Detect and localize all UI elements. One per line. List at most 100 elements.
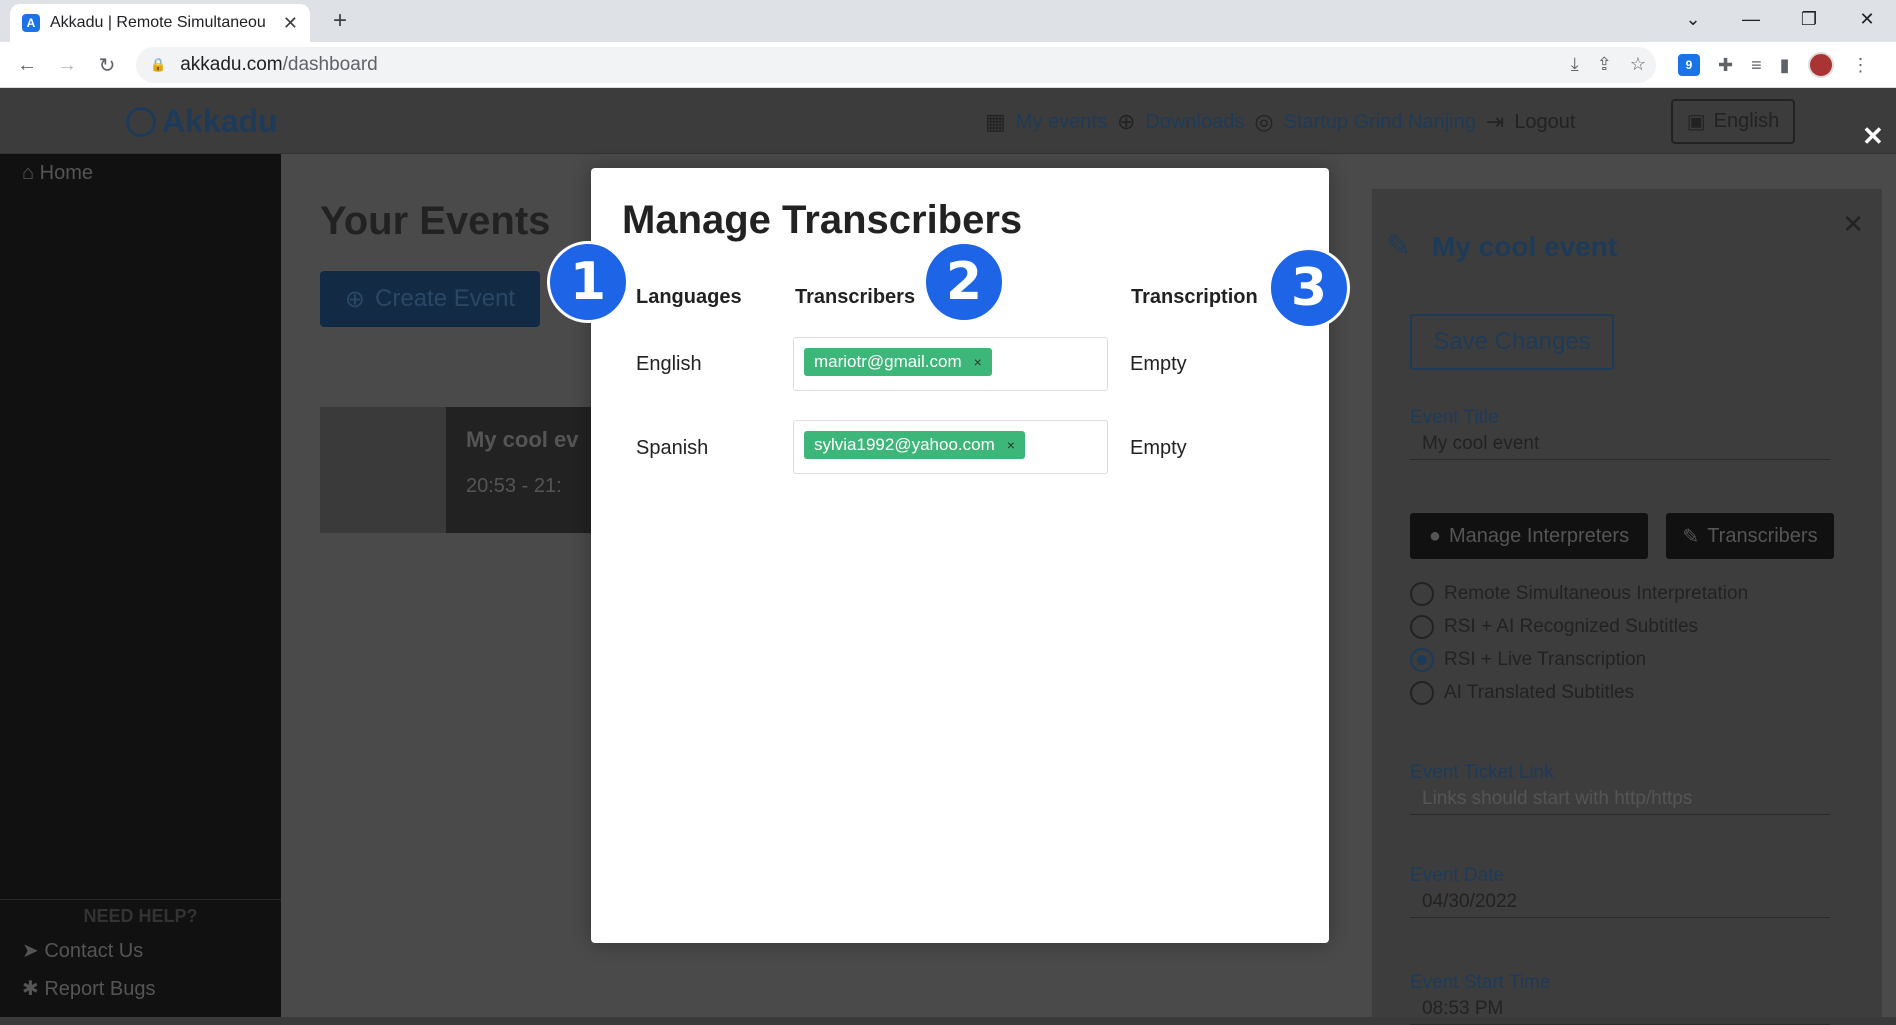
need-help-heading: NEED HELP?	[0, 899, 281, 927]
url-path: /dashboard	[282, 54, 378, 75]
url-input[interactable]: 🔒 akkadu.com/dashboard ⤓ ⇪ ☆	[136, 47, 1656, 83]
panel-close-icon[interactable]: ✕	[1842, 209, 1864, 240]
edit-icon: ✎	[1386, 230, 1412, 263]
sidebar-report-label: Report Bugs	[44, 978, 156, 1000]
url-domain: akkadu.com	[180, 54, 283, 75]
sidebar-item-home[interactable]: ⌂ Home	[22, 162, 93, 185]
user-circle-icon: ◎	[1254, 109, 1274, 134]
mode-radio-3[interactable]: AI Translated Subtitles	[1410, 681, 1634, 705]
event-card-title: My cool ev	[466, 427, 579, 452]
install-icon[interactable]: ⤓	[1571, 54, 1579, 75]
transcriber-chip: mariotr@gmail.com ×	[804, 348, 992, 376]
transcription-status: Empty	[1130, 437, 1187, 459]
transcribers-button[interactable]: ✎ Transcribers	[1666, 513, 1834, 559]
forward-icon[interactable]: →	[52, 50, 82, 80]
transcriber-chip: sylvia1992@yahoo.com ×	[804, 431, 1025, 459]
manage-interpreters-label: Manage Interpreters	[1448, 524, 1630, 547]
event-card-time: 20:53 - 21:	[466, 475, 562, 497]
tab-search-icon[interactable]: ⌄	[1664, 0, 1722, 38]
transcribers-label: Transcribers	[1707, 524, 1818, 547]
language-label: English	[1713, 110, 1780, 132]
nav-logout[interactable]: Logout	[1514, 111, 1575, 134]
transcriber-input[interactable]: mariotr@gmail.com ×	[793, 337, 1108, 391]
transcriber-input[interactable]: sylvia1992@yahoo.com ×	[793, 420, 1108, 474]
create-event-button[interactable]: ⊕ Create Event	[320, 271, 540, 327]
media-control-icon[interactable]: ≡	[1751, 55, 1762, 76]
minimize-icon[interactable]: —	[1722, 0, 1780, 38]
extensions-puzzle-icon[interactable]: ✚	[1718, 55, 1733, 76]
mode-radio-1[interactable]: RSI + AI Recognized Subtitles	[1410, 615, 1698, 639]
app-header: Akkadu ▦ My events ⊕ Downloads ◎ Startup…	[0, 89, 1896, 154]
event-edit-panel: ✎ My cool event ✕ Save Changes Event Tit…	[1372, 189, 1882, 1025]
akkadu-favicon-icon: A	[22, 14, 40, 32]
event-thumbnail	[320, 407, 446, 533]
bookmark-star-icon[interactable]: ☆	[1630, 54, 1646, 75]
language-icon: ▣	[1686, 111, 1706, 133]
transcribers-header: Transcribers	[795, 286, 916, 308]
transcription-header: Transcription	[1131, 286, 1258, 308]
nav-my-events[interactable]: My events	[1016, 111, 1107, 134]
akkadu-logo[interactable]: Akkadu	[126, 103, 278, 140]
panel-title: My cool event	[1432, 231, 1618, 262]
sidebar-item-report[interactable]: ✱ Report Bugs	[22, 976, 156, 1001]
overlay-close-icon[interactable]: ✕	[1862, 121, 1884, 152]
transcription-status: Empty	[1130, 353, 1187, 375]
radio-icon	[1410, 681, 1434, 705]
mode-label: AI Translated Subtitles	[1444, 682, 1635, 703]
address-bar: ← → ↻ 🔒 akkadu.com/dashboard ⤓ ⇪ ☆ 9 ✚ ≡…	[0, 42, 1896, 88]
chip-remove-icon[interactable]: ×	[1007, 437, 1015, 453]
step-badge-1: 1	[547, 241, 629, 323]
tab-title: Akkadu | Remote Simultaneou	[50, 14, 266, 31]
new-tab-button[interactable]: +	[325, 6, 355, 36]
logo-mark-icon	[126, 106, 156, 137]
radio-icon	[1410, 615, 1434, 639]
chip-remove-icon[interactable]: ×	[974, 354, 982, 370]
start-time-label: Event Start Time	[1410, 972, 1551, 993]
event-date-field[interactable]: 04/30/2022	[1410, 887, 1830, 918]
ticket-link-field[interactable]: Links should start with http/https	[1410, 784, 1830, 815]
event-card[interactable]: My cool ev 20:53 - 21:	[320, 407, 620, 533]
mode-radio-2[interactable]: RSI + Live Transcription	[1410, 648, 1646, 672]
sidebar-contact-label: Contact Us	[44, 940, 144, 962]
chip-label: sylvia1992@yahoo.com	[814, 435, 995, 454]
lock-icon: 🔒	[150, 57, 167, 72]
share-icon[interactable]: ⇪	[1597, 54, 1612, 75]
browser-menu-icon[interactable]: ⋮	[1852, 55, 1870, 76]
side-panel-icon[interactable]: ▮	[1780, 55, 1790, 76]
browser-tab-bar: A Akkadu | Remote Simultaneou ✕ + ⌄ — ❐ …	[0, 0, 1896, 42]
pencil-icon: ✎	[1682, 525, 1700, 548]
radio-selected-icon	[1410, 648, 1434, 672]
page-title: Your Events	[320, 199, 551, 243]
sidebar-home-label: Home	[39, 162, 93, 184]
step-badge-2: 2	[923, 241, 1005, 323]
start-time-field[interactable]: 08:53 PM	[1410, 994, 1830, 1025]
browser-tab[interactable]: A Akkadu | Remote Simultaneou ✕	[10, 4, 310, 42]
radio-icon	[1410, 582, 1434, 606]
reload-icon[interactable]: ↻	[92, 50, 122, 80]
back-icon[interactable]: ←	[12, 50, 42, 80]
modal-title: Manage Transcribers	[622, 198, 1023, 242]
mode-radio-0[interactable]: Remote Simultaneous Interpretation	[1410, 582, 1748, 606]
sidebar-item-contact[interactable]: ➤ Contact Us	[22, 938, 143, 963]
person-icon: ●	[1428, 524, 1441, 547]
calendar-icon: ▦	[985, 109, 1006, 134]
extension-badge-icon[interactable]: 9	[1678, 54, 1700, 76]
save-changes-button[interactable]: Save Changes	[1410, 314, 1614, 370]
logout-icon: ⇥	[1485, 109, 1505, 134]
language-button[interactable]: ▣ English	[1671, 99, 1795, 144]
manage-interpreters-button[interactable]: ● Manage Interpreters	[1410, 513, 1648, 559]
language-cell: Spanish	[636, 437, 709, 459]
restore-icon[interactable]: ❐	[1780, 0, 1838, 38]
close-window-icon[interactable]: ✕	[1838, 0, 1896, 38]
mode-label: RSI + AI Recognized Subtitles	[1444, 616, 1699, 637]
create-event-label: Create Event	[375, 285, 516, 312]
top-nav: ▦ My events ⊕ Downloads ◎ Startup Grind …	[985, 109, 1575, 135]
profile-avatar[interactable]	[1807, 52, 1834, 78]
nav-org[interactable]: Startup Grind Nanjing	[1284, 111, 1476, 134]
download-icon: ⊕	[1116, 109, 1136, 134]
event-date-label: Event Date	[1410, 865, 1504, 886]
nav-downloads[interactable]: Downloads	[1145, 111, 1244, 134]
tab-close-icon[interactable]: ✕	[283, 13, 298, 34]
mode-label: Remote Simultaneous Interpretation	[1444, 583, 1749, 604]
event-title-field[interactable]: My cool event	[1410, 429, 1830, 460]
